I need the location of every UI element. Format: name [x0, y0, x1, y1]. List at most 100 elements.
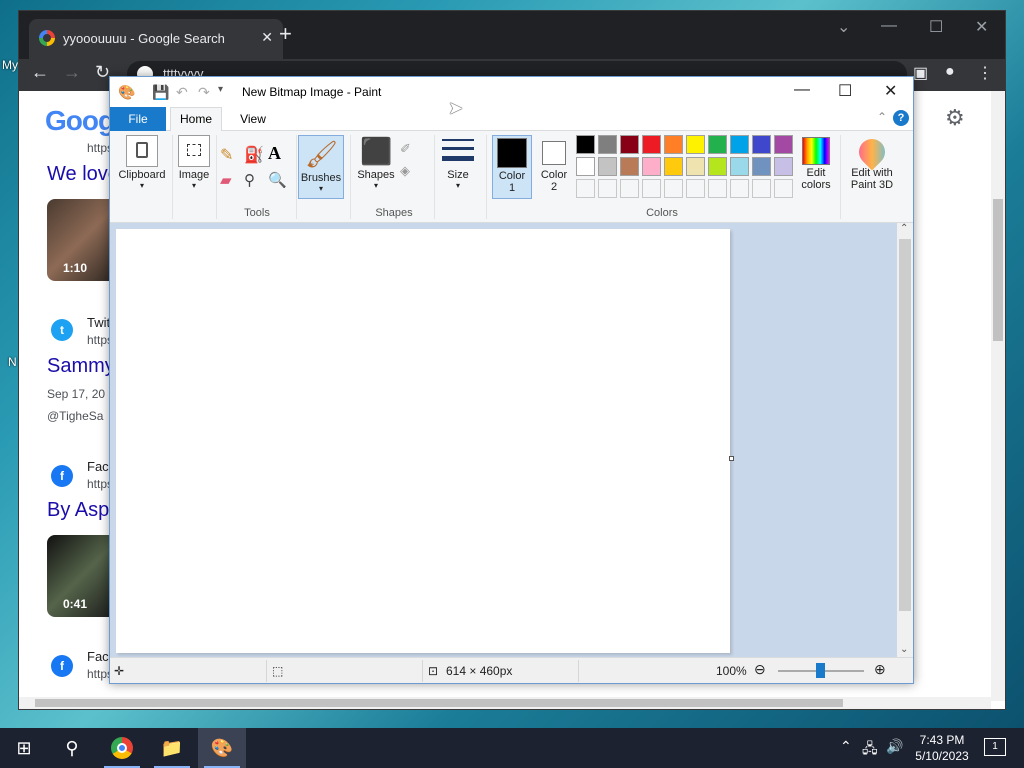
palette-color-1-4[interactable]	[642, 135, 661, 154]
video-thumbnail[interactable]: 1:10	[47, 199, 117, 281]
palette-color-2-1[interactable]	[576, 157, 595, 176]
outline-icon[interactable]: ✐	[400, 141, 411, 157]
chrome-tab[interactable]: yyooouuuu - Google Search ✕	[29, 19, 283, 59]
palette-color-1-1[interactable]	[576, 135, 595, 154]
eraser-icon[interactable]: ▰	[220, 171, 232, 189]
edit-paint3d-button[interactable]: Edit with Paint 3D	[844, 133, 900, 191]
color-picker-icon[interactable]: ⚲	[244, 171, 255, 189]
save-icon[interactable]: 💾	[152, 84, 169, 101]
pencil-icon[interactable]: ✎	[220, 145, 233, 165]
text-tool-icon[interactable]: A	[268, 143, 281, 164]
size-button[interactable]: Size ▾	[440, 135, 476, 190]
side-panel-icon[interactable]: ▣	[913, 63, 928, 83]
zoom-out-icon[interactable]: ⊖	[754, 661, 766, 678]
profile-icon[interactable]: ●	[945, 63, 955, 81]
file-explorer-icon[interactable]: 📁	[148, 728, 196, 768]
scroll-up-icon[interactable]: ⌃	[900, 223, 908, 234]
palette-color-1-10[interactable]	[774, 135, 793, 154]
network-icon[interactable]: 🖧	[862, 738, 878, 762]
palette-color-2-5[interactable]	[664, 157, 683, 176]
chrome-taskbar-icon[interactable]	[98, 728, 146, 768]
clock[interactable]: 7:43 PM 5/10/2023	[914, 732, 970, 764]
settings-gear-icon[interactable]: ⚙	[945, 105, 965, 131]
custom-color-slot-2[interactable]	[598, 179, 617, 198]
help-icon[interactable]: ?	[893, 110, 909, 126]
page-vertical-scrollbar[interactable]	[991, 91, 1005, 701]
palette-color-1-8[interactable]	[730, 135, 749, 154]
custom-color-slot-6[interactable]	[686, 179, 705, 198]
brushes-button[interactable]: 🖌 Brushes ▾	[298, 135, 344, 199]
tab-home[interactable]: Home	[170, 107, 222, 131]
image-button[interactable]: Image ▾	[176, 135, 212, 190]
shapes-button[interactable]: ⬛ Shapes ▾	[354, 135, 398, 190]
customize-qat-icon[interactable]: ▾	[218, 84, 223, 95]
palette-color-1-6[interactable]	[686, 135, 705, 154]
custom-color-slot-10[interactable]	[774, 179, 793, 198]
drawing-canvas[interactable]	[116, 229, 730, 653]
palette-color-2-4[interactable]	[642, 157, 661, 176]
custom-color-slot-1[interactable]	[576, 179, 595, 198]
paint-title-bar[interactable]: 🎨 💾 ↶ ↷ ▾ New Bitmap Image - Paint — ☐ ✕	[110, 77, 913, 107]
canvas-resize-handle[interactable]	[729, 456, 734, 461]
collapse-ribbon-icon[interactable]: ⌃	[877, 110, 887, 124]
zoom-slider-thumb[interactable]	[816, 663, 825, 678]
palette-color-1-2[interactable]	[598, 135, 617, 154]
palette-color-2-8[interactable]	[730, 157, 749, 176]
palette-color-1-7[interactable]	[708, 135, 727, 154]
minimize-icon[interactable]: —	[881, 17, 897, 35]
desktop-icon-label[interactable]: N	[8, 355, 17, 369]
new-tab-button[interactable]: +	[279, 23, 292, 45]
edit-colors-button[interactable]: Edit colors	[796, 135, 836, 191]
palette-color-1-9[interactable]	[752, 135, 771, 154]
start-windows-icon[interactable]: ⊞	[0, 728, 48, 768]
close-icon[interactable]: ✕	[975, 17, 988, 37]
close-tab-icon[interactable]: ✕	[261, 29, 273, 46]
color2-button[interactable]: Color 2	[536, 135, 572, 199]
color1-button[interactable]: Color 1	[492, 135, 532, 199]
tab-file[interactable]: File	[110, 107, 166, 131]
magnifier-icon[interactable]: 🔍	[268, 171, 287, 189]
maximize-icon[interactable]: ☐	[838, 81, 852, 101]
palette-color-1-3[interactable]	[620, 135, 639, 154]
page-horizontal-scrollbar[interactable]	[19, 697, 991, 709]
custom-color-slot-7[interactable]	[708, 179, 727, 198]
forward-icon[interactable]: →	[63, 62, 81, 83]
canvas-vertical-scrollbar[interactable]: ⌃ ⌄	[897, 223, 913, 657]
custom-color-slot-9[interactable]	[752, 179, 771, 198]
minimize-icon[interactable]: —	[794, 81, 810, 99]
redo-icon[interactable]: ↷	[198, 84, 210, 101]
desktop-icon-label[interactable]: My	[2, 58, 18, 72]
clipboard-button[interactable]: Clipboard ▾	[116, 135, 168, 190]
video-thumbnail[interactable]: 0:41	[47, 535, 117, 617]
volume-icon[interactable]: 🔊	[886, 738, 903, 755]
paint-app-icon[interactable]: 🎨	[118, 84, 135, 101]
menu-icon[interactable]: ⋮	[977, 63, 993, 83]
tab-search-icon[interactable]: ⌄	[837, 17, 850, 37]
custom-color-slot-4[interactable]	[642, 179, 661, 198]
palette-color-2-6[interactable]	[686, 157, 705, 176]
palette-color-2-2[interactable]	[598, 157, 617, 176]
show-hidden-icons-icon[interactable]: ⌃	[840, 738, 852, 755]
custom-color-slot-8[interactable]	[730, 179, 749, 198]
paint-taskbar-icon[interactable]: 🎨	[198, 728, 246, 768]
custom-color-slot-3[interactable]	[620, 179, 639, 198]
maximize-icon[interactable]: ☐	[929, 17, 943, 37]
scroll-down-icon[interactable]: ⌄	[900, 644, 908, 655]
palette-color-2-7[interactable]	[708, 157, 727, 176]
close-icon[interactable]: ✕	[884, 81, 897, 101]
back-icon[interactable]: ←	[31, 62, 49, 83]
reload-icon[interactable]: ↻	[95, 62, 110, 83]
fill-bucket-icon[interactable]: ⛽	[244, 145, 264, 165]
palette-color-2-10[interactable]	[774, 157, 793, 176]
zoom-in-icon[interactable]: ⊕	[874, 661, 886, 678]
result-heading[interactable]: Sammy	[47, 355, 115, 378]
undo-icon[interactable]: ↶	[176, 84, 188, 101]
search-icon[interactable]: ⚲	[48, 728, 96, 768]
notifications-icon[interactable]: 1	[984, 738, 1006, 756]
custom-color-slot-5[interactable]	[664, 179, 683, 198]
result-heading[interactable]: By Asp	[47, 499, 109, 522]
fill-icon[interactable]: ◈	[400, 163, 410, 179]
palette-color-1-5[interactable]	[664, 135, 683, 154]
palette-color-2-3[interactable]	[620, 157, 639, 176]
palette-color-2-9[interactable]	[752, 157, 771, 176]
